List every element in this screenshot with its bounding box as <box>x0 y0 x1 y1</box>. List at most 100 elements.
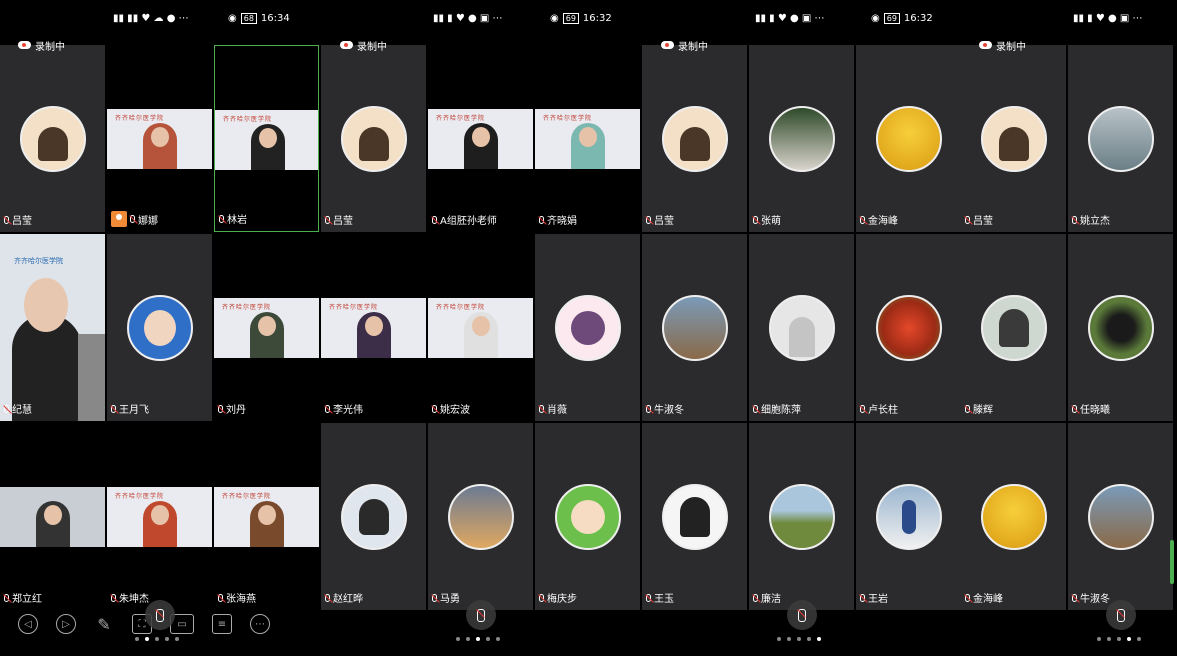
avatar <box>341 106 407 172</box>
avatar <box>662 295 728 361</box>
participant-tile[interactable]: 肖薇 <box>535 234 640 421</box>
mic-muted-icon <box>432 215 437 224</box>
avatar <box>662 106 728 172</box>
participant-tile[interactable]: 梅庆步 <box>535 423 640 610</box>
mic-muted-icon <box>860 404 865 413</box>
clock: 16:34 <box>260 12 290 24</box>
mic-muted-icon <box>539 215 544 224</box>
eye-icon: ◉ <box>550 12 559 24</box>
mic-muted-icon <box>219 214 224 223</box>
participant-tile[interactable]: 细胞陈萍 <box>749 234 854 421</box>
page-indicator[interactable] <box>456 637 500 641</box>
avatar <box>555 484 621 550</box>
participant-tile[interactable]: 王月飞 <box>107 234 212 421</box>
cloud-icon <box>340 41 353 49</box>
participant-tile[interactable]: 吕莹 <box>0 45 105 232</box>
participant-tile[interactable]: 齐齐哈尔医学院 娜娜 <box>107 45 212 232</box>
participant-tile[interactable]: 吕莹 <box>321 45 426 232</box>
avatar <box>127 295 193 361</box>
back-icon[interactable]: ◁ <box>18 614 38 634</box>
avatar <box>769 106 835 172</box>
status-bar-4: ◉ 69 16:32 <box>550 10 612 26</box>
mic-muted-icon <box>432 593 437 602</box>
status-bar-6: ◉ 69 16:32 <box>871 10 933 26</box>
participant-tile[interactable]: 廉洁 <box>749 423 854 610</box>
avatar <box>876 484 942 550</box>
participant-tile[interactable]: 牛淑冬 <box>1068 423 1173 610</box>
participant-tile[interactable]: 金海峰 <box>856 45 961 232</box>
video-feed: 齐齐哈尔医学院 <box>215 110 318 170</box>
mic-muted-icon <box>1117 608 1125 622</box>
chat-icon[interactable]: ≡ <box>212 614 232 634</box>
participant-tile[interactable]: 齐齐哈尔医学院 李光伟 <box>321 234 426 421</box>
avatar <box>341 484 407 550</box>
mic-muted-icon <box>4 404 9 413</box>
clock: 16:32 <box>582 12 612 24</box>
participant-tile[interactable]: 赵红晔 <box>321 423 426 610</box>
participant-tile[interactable]: 齐齐哈尔医学院 齐晓娟 <box>535 45 640 232</box>
participant-tile[interactable]: 齐齐哈尔医学院 纪慧 <box>0 234 105 421</box>
mic-muted-icon <box>156 608 164 622</box>
status-bar-7: ▮▮ ▮ ♥ ● ▣ ⋯ <box>1073 10 1143 26</box>
mic-muted-icon <box>753 215 758 224</box>
participant-tile[interactable]: 牛淑冬 <box>642 234 747 421</box>
participant-tile[interactable]: 张萌 <box>749 45 854 232</box>
mute-button[interactable] <box>145 600 175 630</box>
status-bar-5: ▮▮ ▮ ♥ ● ▣ ⋯ <box>755 10 825 26</box>
mic-muted-icon <box>325 593 330 602</box>
play-icon[interactable]: ▷ <box>56 614 76 634</box>
mic-muted-icon <box>130 215 135 223</box>
participant-tile[interactable]: 任晓曦 <box>1068 234 1173 421</box>
video-feed: 齐齐哈尔医学院 <box>214 298 319 358</box>
participant-tile[interactable]: 齐齐哈尔医学院 张海燕 <box>214 423 319 610</box>
video-feed: 齐齐哈尔医学院 <box>321 298 426 358</box>
more-icon[interactable]: ⋯ <box>250 614 270 634</box>
mic-muted-icon <box>111 593 116 602</box>
participant-tile[interactable]: 齐齐哈尔医学院 A组胚孙老师 <box>428 45 533 232</box>
participant-tile[interactable]: 齐齐哈尔医学院 朱坤杰 <box>107 423 212 610</box>
avatar <box>448 484 514 550</box>
participant-tile[interactable]: 郑立红 <box>0 423 105 610</box>
host-icon <box>111 211 127 227</box>
video-feed: 齐齐哈尔医学院 <box>214 487 319 547</box>
page-indicator[interactable] <box>777 637 821 641</box>
mic-muted-icon <box>965 404 970 413</box>
participant-tile[interactable]: 吕莹 <box>642 45 747 232</box>
video-feed: 齐齐哈尔医学院 <box>428 109 533 169</box>
signal-icon: ▮▮ ▮▮ ♥ ☁ ● ⋯ <box>113 12 189 24</box>
participant-tile[interactable]: 齐齐哈尔医学院 刘丹 <box>214 234 319 421</box>
scrollbar[interactable] <box>1170 540 1174 584</box>
avatar <box>876 106 942 172</box>
participant-tile[interactable]: 马勇 <box>428 423 533 610</box>
video-feed: 齐齐哈尔医学院 <box>0 234 105 421</box>
avatar <box>555 295 621 361</box>
cloud-icon <box>661 41 674 49</box>
mic-muted-icon <box>4 215 9 224</box>
avatar <box>981 484 1047 550</box>
page-indicator[interactable] <box>135 637 179 641</box>
mute-button[interactable] <box>1106 600 1136 630</box>
participant-tile[interactable]: 齐齐哈尔医学院 姚宏波 <box>428 234 533 421</box>
participant-tile[interactable]: 姚立杰 <box>1068 45 1173 232</box>
participant-tile-active-speaker[interactable]: 齐齐哈尔医学院 林岩 <box>214 45 319 232</box>
participant-tile[interactable]: 卢长柱 <box>856 234 961 421</box>
page-indicator[interactable] <box>1097 637 1141 641</box>
mic-muted-icon <box>325 404 330 413</box>
mic-muted-icon <box>965 593 970 602</box>
participant-tile[interactable]: 王玉 <box>642 423 747 610</box>
avatar <box>981 295 1047 361</box>
video-feed: 齐齐哈尔医学院 <box>428 298 533 358</box>
mute-button[interactable] <box>466 600 496 630</box>
participant-tile[interactable]: 吕莹 <box>961 45 1066 232</box>
mic-muted-icon <box>1072 404 1077 413</box>
meeting-toolbar: ◁ ▷ ✎ ⛶ ▭ ≡ ⋯ <box>18 614 270 634</box>
participant-tile[interactable]: 金海峰 <box>961 423 1066 610</box>
mic-muted-icon <box>798 608 806 622</box>
participant-tile[interactable]: 王岩 <box>856 423 961 610</box>
mute-button[interactable] <box>787 600 817 630</box>
pencil-icon[interactable]: ✎ <box>94 614 114 634</box>
participant-tile[interactable]: 滕辉 <box>961 234 1066 421</box>
avatar <box>769 484 835 550</box>
video-feed: 齐齐哈尔医学院 <box>535 109 640 169</box>
eye-icon: ◉ <box>228 12 237 24</box>
